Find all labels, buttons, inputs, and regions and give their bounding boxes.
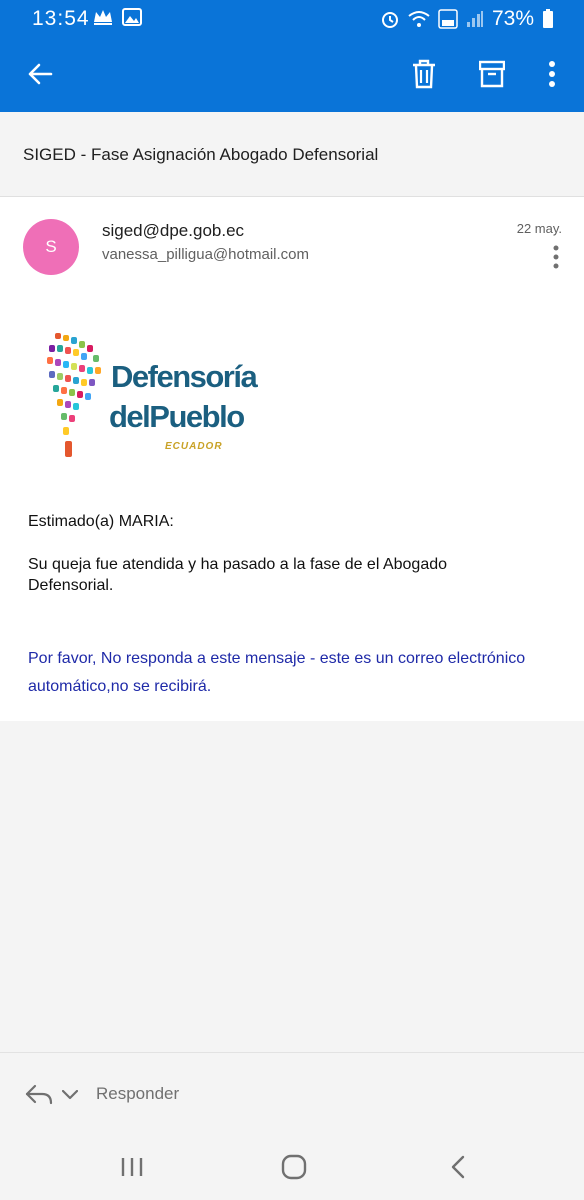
recent-apps-icon (121, 1158, 143, 1176)
message-date: 22 may. (516, 221, 562, 236)
reply-options-button[interactable] (61, 1087, 80, 1101)
logo-line3: ECUADOR (165, 441, 223, 452)
automatic-notice: Por favor, No responda a este mensaje - … (28, 650, 526, 695)
status-time: 13:54 (32, 7, 90, 30)
back-nav-button[interactable] (438, 1152, 478, 1182)
home-button[interactable] (274, 1152, 314, 1182)
volte-4g-icon (438, 9, 458, 29)
status-bar: 13:54 73% (0, 0, 584, 38)
home-icon (281, 1154, 307, 1180)
recipient-email[interactable]: vanessa_pilligua@hotmail.com (102, 246, 309, 263)
wifi-icon (408, 11, 430, 27)
reply-bar: Responder (0, 1052, 584, 1135)
battery-percent: 73% (491, 7, 534, 30)
more-vertical-icon (549, 61, 555, 87)
subject-bar: SIGED - Fase Asignación Abogado Defensor… (0, 112, 584, 197)
delete-button[interactable] (406, 56, 442, 92)
alarm-icon (381, 12, 398, 28)
arrow-back-icon (28, 63, 53, 85)
body-text: Su queja fue atendida y ha pasado a la f… (28, 556, 448, 594)
sender-email[interactable]: siged@dpe.gob.ec (102, 221, 244, 241)
battery-icon (543, 9, 553, 28)
more-vertical-icon (553, 245, 559, 269)
defensoria-logo: Defensoría delPueblo ECUADOR (45, 331, 258, 463)
app-bar: 13:54 73% (0, 0, 584, 112)
back-button[interactable] (22, 56, 58, 92)
archive-button[interactable] (474, 56, 510, 92)
logo-line2: delPueblo (109, 399, 245, 434)
message-more-button[interactable] (548, 244, 564, 270)
signal-icon (466, 11, 483, 27)
reply-button[interactable] (24, 1083, 56, 1107)
email-subject: SIGED - Fase Asignación Abogado Defensor… (23, 145, 379, 164)
chevron-down-icon (61, 1089, 79, 1100)
reply-label[interactable]: Responder (96, 1084, 179, 1104)
crown-icon (94, 10, 112, 25)
avatar-letter: S (45, 237, 57, 256)
message-card: S siged@dpe.gob.ec vanessa_pilligua@hotm… (0, 197, 584, 721)
more-options-button[interactable] (534, 56, 570, 92)
logo-line1: Defensoría (111, 359, 258, 394)
reply-icon (25, 1084, 53, 1105)
image-icon (122, 8, 142, 26)
trash-icon (413, 59, 435, 89)
recent-apps-button[interactable] (112, 1152, 152, 1182)
sender-avatar[interactable]: S (23, 219, 79, 275)
chevron-left-icon (451, 1155, 465, 1179)
greeting-text: Estimado(a) MARIA: (28, 513, 174, 530)
archive-icon (479, 60, 505, 88)
system-nav-bar (0, 1134, 584, 1200)
